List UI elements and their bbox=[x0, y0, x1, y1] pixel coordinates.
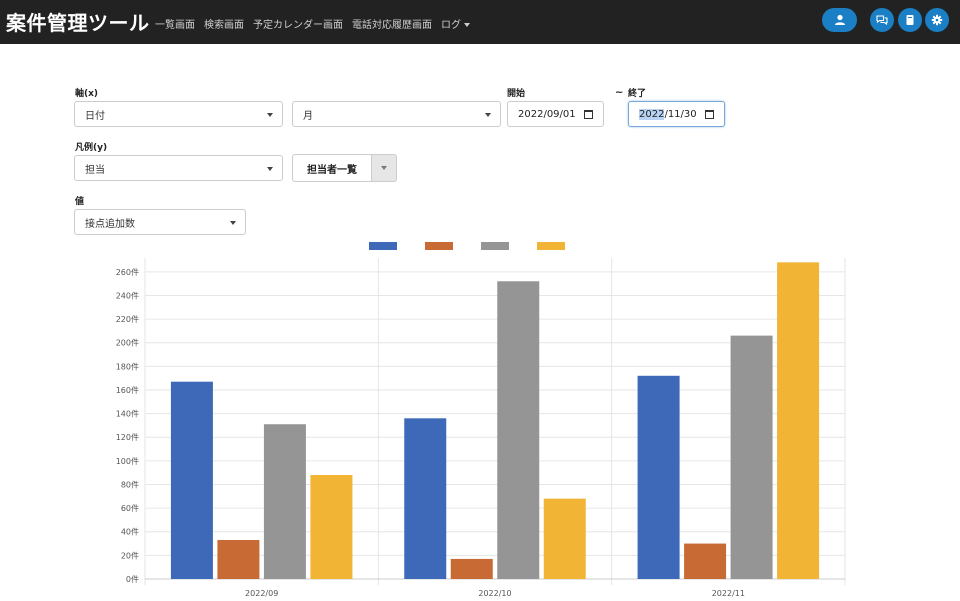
nav-link-list[interactable]: 一覧画面 bbox=[155, 16, 195, 31]
start-date-input[interactable]: 2022/09/01 bbox=[507, 101, 604, 127]
end-date-label: 終了 bbox=[628, 89, 647, 99]
nav-dropdown-log[interactable]: ログ bbox=[441, 16, 470, 31]
y-tick-label: 0件 bbox=[126, 574, 139, 584]
chevron-down-icon bbox=[267, 167, 273, 171]
chevron-down-icon bbox=[464, 23, 470, 27]
bar-chart: 0件 20件 40件 60件 80件 100件 120件 140件 160件 180件 200件 22… bbox=[116, 242, 846, 598]
y-tick-label: 180件 bbox=[116, 361, 139, 371]
value-label: 値 bbox=[75, 197, 85, 207]
axis-x-select[interactable]: 日付 bbox=[74, 101, 283, 127]
y-tick-label: 260件 bbox=[116, 267, 139, 277]
axis-x-unit-value: 月 bbox=[303, 110, 313, 122]
chevron-down-icon bbox=[267, 113, 273, 117]
settings-button[interactable] bbox=[925, 8, 949, 32]
y-tick-label: 140件 bbox=[116, 409, 139, 419]
bar bbox=[217, 540, 260, 579]
start-date-label: 開始 bbox=[507, 89, 526, 99]
legend-swatch bbox=[425, 242, 453, 250]
bar bbox=[170, 381, 213, 579]
legend-swatch bbox=[481, 242, 509, 250]
nav-link-search[interactable]: 検索画面 bbox=[204, 16, 244, 31]
legend-swatch bbox=[537, 242, 565, 250]
staff-list-button-group: 担当者一覧 bbox=[292, 154, 397, 182]
x-tick-label: 2022/09 bbox=[245, 589, 278, 598]
bar bbox=[450, 558, 493, 579]
value-select[interactable]: 接点追加数 bbox=[74, 209, 246, 235]
chevron-down-icon bbox=[485, 113, 491, 117]
bar bbox=[497, 281, 540, 579]
bar bbox=[263, 424, 306, 579]
legend-y-select[interactable]: 担当 bbox=[74, 155, 283, 181]
start-date-value: 2022/09/01 bbox=[518, 108, 576, 120]
end-date-selected-text: 2022 bbox=[639, 108, 665, 120]
legend-y-value: 担当 bbox=[85, 164, 105, 176]
bar bbox=[310, 475, 353, 579]
navbar: 案件管理ツール 一覧画面 検索画面 予定カレンダー画面 電話対応履歴画面 ログ bbox=[0, 0, 960, 44]
bar bbox=[777, 262, 820, 579]
calendar-icon[interactable] bbox=[705, 110, 714, 119]
bar bbox=[404, 418, 447, 579]
staff-list-button[interactable]: 担当者一覧 bbox=[292, 154, 372, 182]
book-button[interactable] bbox=[898, 8, 922, 32]
book-icon bbox=[906, 15, 914, 25]
y-tick-label: 120件 bbox=[116, 432, 139, 442]
y-tick-label: 40件 bbox=[121, 527, 139, 537]
value-select-value: 接点追加数 bbox=[85, 218, 135, 230]
nav-link-calendar[interactable]: 予定カレンダー画面 bbox=[253, 16, 343, 31]
legend-y-label: 凡例(y) bbox=[75, 143, 108, 153]
bar bbox=[684, 543, 727, 579]
staff-list-dropdown-toggle[interactable] bbox=[372, 154, 397, 182]
axis-x-value: 日付 bbox=[85, 110, 105, 122]
chevron-down-icon bbox=[230, 221, 236, 225]
end-date-rest-text: /11/30 bbox=[664, 108, 697, 120]
nav-link-phone-history[interactable]: 電話対応履歴画面 bbox=[352, 16, 432, 31]
y-tick-label: 100件 bbox=[116, 456, 139, 466]
gear-icon bbox=[931, 14, 943, 26]
chat-icon bbox=[876, 15, 888, 26]
brand-title[interactable]: 案件管理ツール bbox=[6, 7, 150, 36]
y-tick-label: 220件 bbox=[116, 314, 139, 324]
x-tick-label: 2022/10 bbox=[478, 589, 511, 598]
user-icon bbox=[834, 14, 845, 25]
calendar-icon[interactable] bbox=[584, 110, 593, 119]
y-tick-label: 60件 bbox=[121, 503, 139, 513]
chevron-down-icon bbox=[381, 166, 387, 170]
bar bbox=[543, 498, 586, 579]
bar bbox=[637, 375, 680, 579]
y-tick-label: 200件 bbox=[116, 338, 139, 348]
y-tick-label: 20件 bbox=[121, 550, 139, 560]
end-date-input[interactable]: 2022/11/30 bbox=[628, 101, 725, 127]
legend-swatch bbox=[369, 242, 397, 250]
nav-log-label: ログ bbox=[441, 20, 461, 31]
user-menu-button[interactable] bbox=[822, 8, 857, 32]
bar bbox=[730, 335, 773, 579]
axis-x-label: 軸(x) bbox=[75, 89, 99, 99]
range-separator: ~ bbox=[615, 87, 624, 98]
x-tick-label: 2022/11 bbox=[712, 589, 745, 598]
chat-button[interactable] bbox=[870, 8, 894, 32]
axis-x-unit-select[interactable]: 月 bbox=[292, 101, 501, 127]
nav-links: 一覧画面 検索画面 予定カレンダー画面 電話対応履歴画面 ログ bbox=[155, 16, 470, 31]
y-tick-label: 80件 bbox=[121, 479, 139, 489]
y-tick-label: 240件 bbox=[116, 290, 139, 300]
y-tick-label: 160件 bbox=[116, 385, 139, 395]
